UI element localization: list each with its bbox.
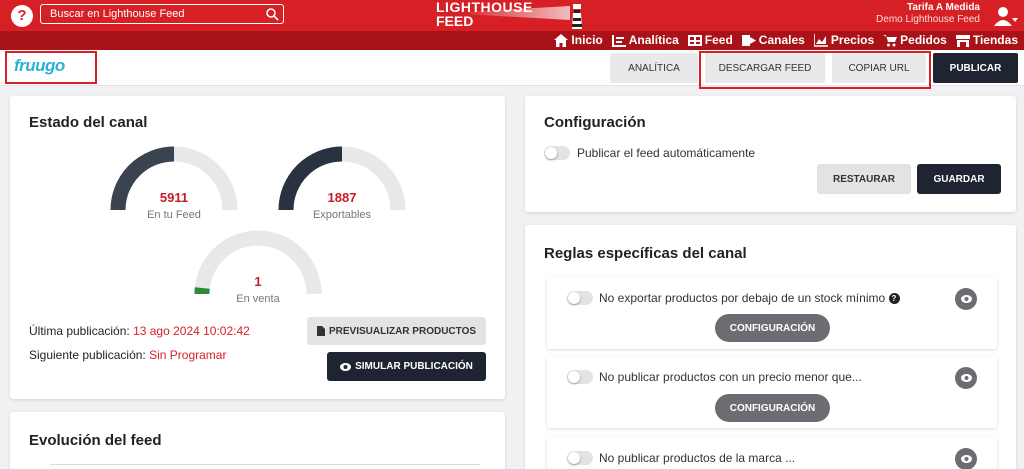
gauge-label: Exportables [312,209,372,221]
rule-text-wrap: No exportar productos por debajo de un s… [599,291,900,305]
nav-label: Inicio [571,33,603,47]
main-nav: Inicio Analítica Feed Canales Precios Pe… [554,33,1018,47]
lighthouse-feed-logo[interactable]: LIGHTHOUSE FEED [434,0,604,31]
search-icon[interactable] [265,7,279,21]
preview-products-button[interactable]: PREVISUALIZAR PRODUCTOS [307,317,486,345]
logo-line2: FEED [436,13,474,29]
nav-label: Canales [758,33,805,47]
user-dropdown-icon[interactable] [994,6,1018,26]
channel-logo: fruugo [14,56,65,75]
last-pub-label: Última publicación: [29,324,130,338]
file-icon [316,326,325,336]
rule-item-min-price: No publicar productos con un precio meno… [547,356,997,428]
rule-item-min-stock: No exportar productos por debajo de un s… [547,277,997,349]
gauge-exportable: 1887 Exportables [278,146,406,226]
simulate-publication-button[interactable]: SIMULAR PUBLICACIÓN [327,352,486,381]
nav-label: Analítica [628,33,679,47]
status-title: Estado del canal [29,114,148,131]
eye-icon [960,374,972,382]
gauge-label: En venta [236,293,280,305]
rule-toggle[interactable] [567,451,593,465]
nav-item-analitica[interactable]: Analítica [611,33,679,47]
question-icon[interactable]: ? [888,293,900,305]
help-icon[interactable]: ? [11,5,33,27]
view-rule-button[interactable] [955,288,977,310]
configuration-card: Configuración Publicar el feed automátic… [525,96,1016,212]
rule-config-button[interactable]: CONFIGURACIÓN [715,314,830,342]
publish-button[interactable]: PUBLICAR [933,53,1018,83]
lighthouse-icon [572,4,582,29]
cart-icon [883,34,898,46]
simulate-label: SIMULAR PUBLICACIÓN [355,361,473,372]
user-name: Tarifa A Medida [907,2,980,13]
gauge-on-sale: 1 En venta [194,230,322,310]
rule-text: No exportar productos por debajo de un s… [599,291,886,305]
search-placeholder: Buscar en Lighthouse Feed [50,8,185,20]
buttons-highlight [699,51,931,89]
channel-status-card: Estado del canal 5911 En tu Feed 1887 Ex… [10,96,505,399]
channel-header: fruugo ANALÍTICA DESCARGAR FEED COPIAR U… [0,50,1024,89]
restore-button[interactable]: RESTAURAR [817,164,911,194]
prices-icon [813,33,828,47]
gauge-value: 1887 [327,190,357,205]
nav-label: Pedidos [900,33,947,47]
save-button[interactable]: GUARDAR [917,164,1001,194]
nav-item-pedidos[interactable]: Pedidos [883,33,947,47]
rule-config-button[interactable]: CONFIGURACIÓN [715,394,830,422]
nav-label: Tiendas [972,33,1018,47]
config-title: Configuración [544,114,646,131]
next-pub-value: Sin Programar [149,348,227,362]
last-pub-value: 13 ago 2024 10:02:42 [133,324,250,338]
view-rule-button[interactable] [955,448,977,469]
nav-item-canales[interactable]: Canales [741,33,805,47]
eye-icon [960,295,972,303]
nav-label: Feed [704,33,733,47]
chart-gridline [50,464,480,465]
rule-text: No publicar productos de la marca ... [599,451,796,465]
nav-item-feed[interactable]: Feed [687,33,733,47]
analytics-button[interactable]: ANALÍTICA [610,53,698,83]
nav-item-inicio[interactable]: Inicio [554,33,603,47]
search-input[interactable]: Buscar en Lighthouse Feed [40,4,284,24]
eye-icon [340,362,352,371]
next-publication: Siguiente publicación: Sin Programar [29,348,226,362]
rule-item-brand: No publicar productos de la marca ... [547,437,997,469]
channels-icon [741,34,756,46]
rule-toggle[interactable] [567,291,593,305]
nav-label: Precios [830,33,875,47]
gauge-label: En tu Feed [147,209,201,221]
logo-line1: LIGHTHOUSE [436,0,533,15]
rule-text: No publicar productos con un precio meno… [599,370,862,384]
preview-label: PREVISUALIZAR PRODUCTOS [328,325,477,337]
top-bar: ? Buscar en Lighthouse Feed LIGHTHOUSE F… [0,0,1024,31]
auto-publish-label: Publicar el feed automáticamente [577,146,756,160]
store-icon [955,34,970,47]
gauge-in-feed: 5911 En tu Feed [110,146,238,226]
nav-item-tiendas[interactable]: Tiendas [955,33,1018,47]
auto-publish-toggle[interactable] [544,146,570,160]
rule-toggle[interactable] [567,370,593,384]
next-pub-label: Siguiente publicación: [29,348,146,362]
gauge-value: 5911 [159,190,189,205]
feed-evolution-card: Evolución del feed [10,412,505,469]
user-info[interactable]: Tarifa A Medida Demo Lighthouse Feed [876,2,980,26]
evolution-title: Evolución del feed [29,432,162,449]
nav-bar: Inicio Analítica Feed Canales Precios Pe… [0,31,1024,50]
gauge-value: 1 [254,274,262,289]
feed-icon [687,34,702,46]
analytics-icon [611,34,626,47]
home-icon [554,33,569,47]
view-rule-button[interactable] [955,367,977,389]
user-subtitle: Demo Lighthouse Feed [876,14,980,25]
eye-icon [960,455,972,463]
nav-item-precios[interactable]: Precios [813,33,875,47]
rules-title: Reglas específicas del canal [544,245,747,262]
last-publication: Última publicación: 13 ago 2024 10:02:42 [29,324,250,338]
